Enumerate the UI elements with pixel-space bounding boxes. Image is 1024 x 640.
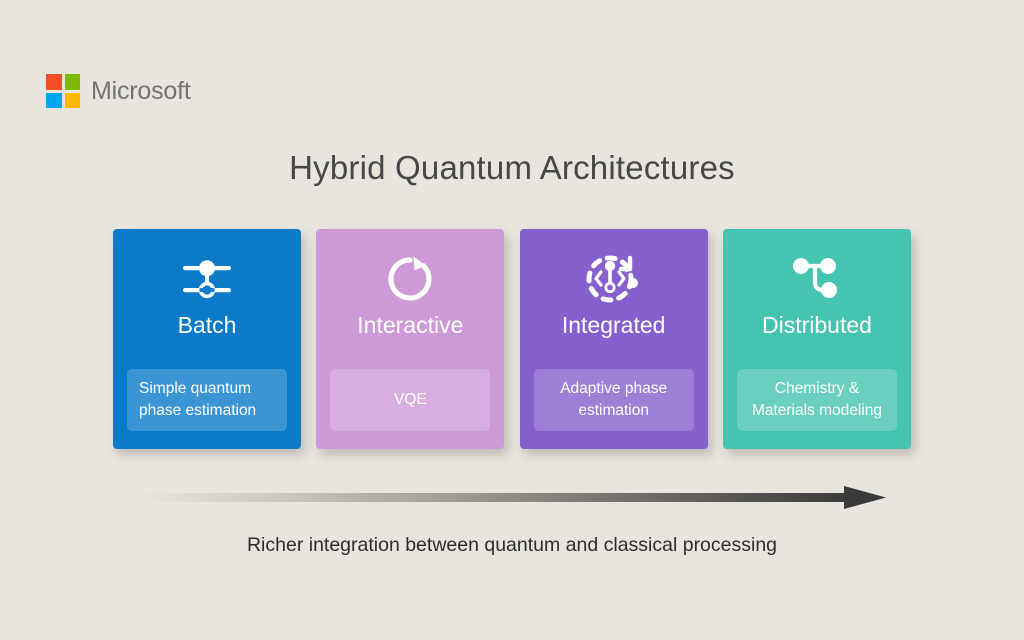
page-title: Hybrid Quantum Architectures [289, 149, 735, 186]
progression-caption: Richer integration between quantum and c… [246, 534, 778, 556]
card-integrated[interactable]: Integrated Adaptive phase estimation [519, 229, 708, 449]
adaptive-circuit-icon [583, 251, 645, 307]
gradient-right-arrow-icon [138, 483, 898, 513]
card-heading: Integrated [561, 312, 666, 338]
node-graph-icon [789, 251, 845, 307]
card-batch[interactable]: Batch Simple quantum phase estimation [113, 229, 301, 449]
card-heading: Batch [177, 312, 237, 338]
microsoft-logo: Microsoft [46, 74, 191, 108]
architecture-card-row: Batch Simple quantum phase estimation In… [113, 229, 911, 449]
card-heading: Interactive [357, 312, 464, 338]
card-distributed[interactable]: Distributed Chemistry & Materials modeli… [722, 229, 911, 449]
microsoft-squares-icon [46, 74, 80, 108]
card-tag: Chemistry & Materials modeling [736, 369, 897, 431]
logo-square-green [64, 74, 80, 90]
card-tag: VQE [330, 369, 491, 431]
logo-square-yellow [64, 92, 80, 108]
logo-square-red [46, 74, 62, 90]
cnot-gate-icon [179, 251, 235, 307]
card-tag: Simple quantum phase estimation [127, 369, 287, 431]
card-tag: Adaptive phase estimation [533, 369, 694, 431]
card-heading: Distributed [762, 312, 872, 338]
card-interactive[interactable]: Interactive VQE [316, 229, 505, 449]
refresh-loop-icon [383, 251, 437, 307]
logo-square-blue [46, 92, 62, 108]
microsoft-wordmark: Microsoft [91, 76, 191, 105]
